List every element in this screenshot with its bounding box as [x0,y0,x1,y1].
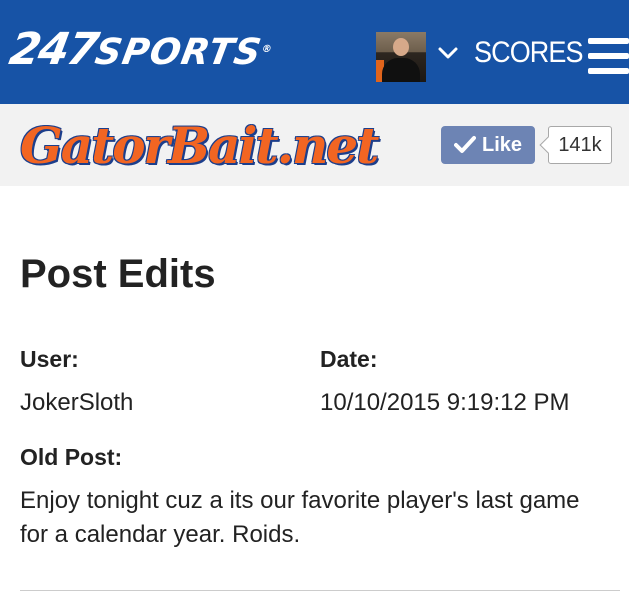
avatar-body [382,58,420,82]
checkmark-icon [453,136,476,153]
menu-bar-middle [588,53,629,59]
like-label: Like [481,133,523,156]
menu-bar-bottom [588,68,629,74]
date-value: 10/10/2015 9:19:12 PM [320,389,570,416]
old-post-label: Old Post: [20,444,123,470]
top-navigation-bar: 247SPORTS® SCORES [0,0,629,104]
like-count-bubble: 141k [539,126,612,164]
brand-word: SPORTS [92,32,265,73]
section-divider [20,590,620,591]
old-post-text: Enjoy tonight cuz a its our favorite pla… [20,487,580,548]
facebook-like-button[interactable]: Like [441,126,535,164]
brand-number: 247 [5,24,101,75]
247sports-logo[interactable]: 247SPORTS® [6,24,276,75]
registered-mark: ® [260,44,274,55]
user-avatar[interactable] [376,32,426,82]
user-label: User: [20,346,79,372]
page-title: Post Edits [20,252,216,296]
like-count: 141k [558,133,602,156]
date-label: Date: [320,346,378,372]
chevron-down-icon[interactable] [437,42,459,64]
gatorbait-logo[interactable]: GatorBait.net [20,116,379,176]
hamburger-menu-icon[interactable] [588,38,629,74]
user-value[interactable]: JokerSloth [20,388,133,418]
avatar-face [393,38,409,56]
menu-bar-top [588,38,629,44]
scores-link[interactable]: SCORES [474,34,584,72]
